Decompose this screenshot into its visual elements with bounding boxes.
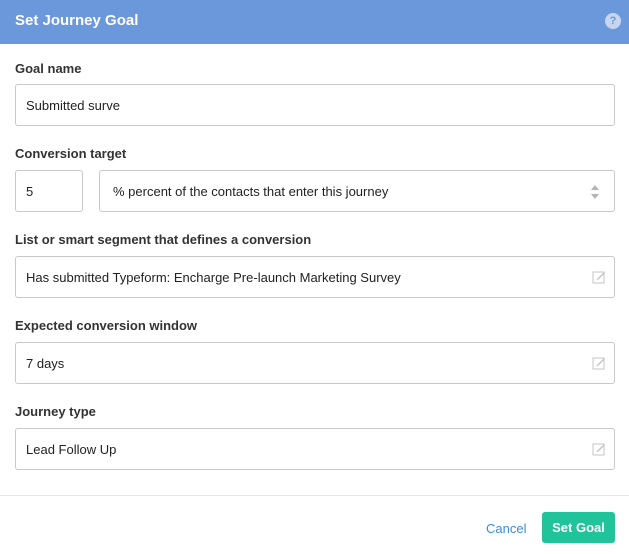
question-circle-icon[interactable]: ? — [605, 13, 621, 29]
edit-icon[interactable] — [592, 442, 606, 456]
footer-divider — [0, 495, 629, 496]
goal-name-input[interactable]: Submitted surve — [15, 84, 615, 126]
edit-icon[interactable] — [592, 356, 606, 370]
conversion-target-input[interactable]: 5 — [15, 170, 83, 212]
segment-label: List or smart segment that defines a con… — [15, 232, 312, 247]
set-journey-goal-modal: Set Journey Goal ? Goal name Submitted s… — [0, 0, 629, 554]
set-goal-button[interactable]: Set Goal — [542, 512, 615, 543]
conversion-window-label: Expected conversion window — [15, 318, 198, 333]
journey-type-value: Lead Follow Up — [26, 442, 117, 457]
conversion-unit-value: % percent of the contacts that enter thi… — [113, 184, 389, 199]
conversion-unit-select[interactable]: % percent of the contacts that enter thi… — [99, 170, 615, 212]
goal-name-value: Submitted surve — [26, 98, 120, 113]
edit-icon[interactable] — [592, 270, 606, 284]
cancel-button[interactable]: Cancel — [486, 521, 526, 536]
conversion-window-value: 7 days — [26, 356, 65, 371]
segment-value: Has submitted Typeform: Encharge Pre-lau… — [26, 270, 401, 285]
conversion-target-value: 5 — [26, 184, 34, 199]
segment-field[interactable]: Has submitted Typeform: Encharge Pre-lau… — [15, 256, 615, 298]
modal-header: Set Journey Goal ? — [0, 0, 629, 44]
journey-type-label: Journey type — [15, 404, 96, 419]
journey-type-field[interactable]: Lead Follow Up — [15, 428, 615, 470]
conversion-target-label: Conversion target — [15, 146, 127, 161]
select-arrows-icon — [590, 184, 600, 200]
modal-title: Set Journey Goal — [15, 12, 139, 29]
goal-name-label: Goal name — [15, 61, 82, 76]
conversion-window-field[interactable]: 7 days — [15, 342, 615, 384]
